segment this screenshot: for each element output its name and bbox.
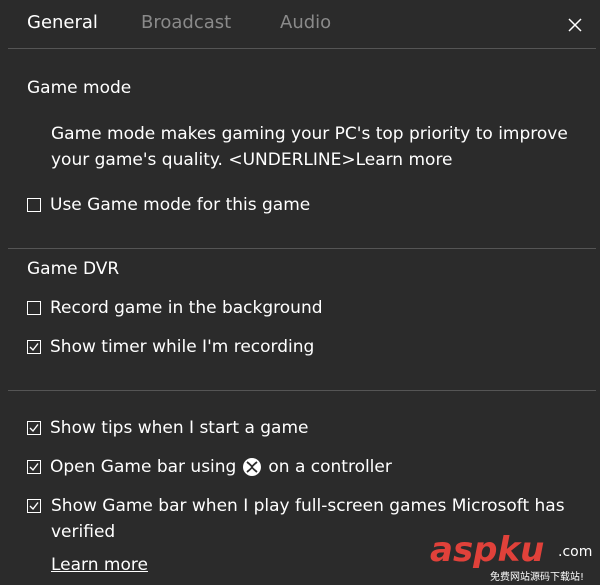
close-icon[interactable] (566, 16, 584, 34)
use-game-mode-checkbox[interactable]: Use Game mode for this game (27, 193, 310, 217)
checkbox-checked-icon (27, 460, 41, 474)
record-background-label: Record game in the background (50, 298, 323, 318)
tab-audio[interactable]: Audio (280, 12, 331, 33)
game-mode-heading: Game mode (27, 78, 132, 98)
checkbox-checked-icon (27, 499, 41, 513)
show-timer-label: Show timer while I'm recording (50, 337, 315, 357)
checkbox-checked-icon (27, 340, 41, 354)
game-dvr-heading: Game DVR (27, 259, 120, 279)
use-game-mode-label: Use Game mode for this game (50, 195, 311, 215)
show-tips-checkbox[interactable]: Show tips when I start a game (27, 416, 309, 440)
watermark-domain: .com (558, 544, 593, 560)
show-tips-label: Show tips when I start a game (50, 418, 309, 438)
open-gamebar-controller-checkbox[interactable]: Open Game bar using on a controller (27, 455, 392, 479)
section-divider (8, 248, 596, 249)
open-gamebar-label-after: on a controller (268, 457, 392, 477)
xbox-icon (243, 458, 262, 476)
watermark-tagline: 免费网站源码下载站! (490, 572, 585, 583)
section-divider (8, 390, 596, 391)
open-gamebar-label-before: Open Game bar using (50, 457, 237, 477)
tab-broadcast[interactable]: Broadcast (141, 12, 231, 33)
record-background-checkbox[interactable]: Record game in the background (27, 296, 323, 320)
checkbox-checked-icon (27, 421, 41, 435)
checkbox-unchecked-icon (27, 301, 41, 315)
checkbox-unchecked-icon (27, 198, 41, 212)
learn-more-link[interactable]: Learn more (51, 555, 148, 575)
tab-general[interactable]: General (27, 12, 98, 33)
show-timer-checkbox[interactable]: Show timer while I'm recording (27, 335, 314, 359)
watermark-logo: aspku .com 免费网站源码下载站! (430, 530, 598, 583)
tab-bar: General Broadcast Audio (0, 0, 600, 48)
header-divider (8, 48, 596, 49)
game-mode-description: Game mode makes gaming your PC's top pri… (51, 124, 568, 170)
watermark-brand: aspku (430, 530, 545, 570)
